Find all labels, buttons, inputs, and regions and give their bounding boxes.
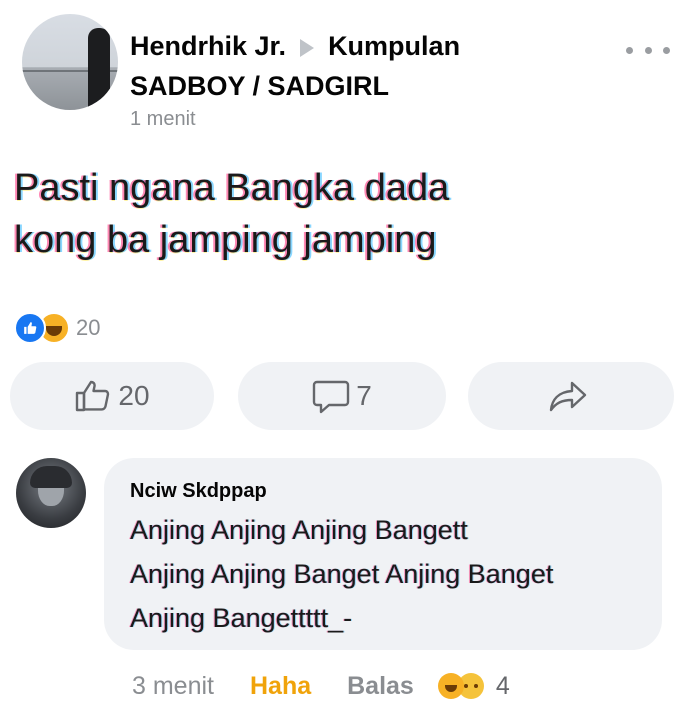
more-icon-dot — [644, 46, 652, 54]
reply-link[interactable]: Balas — [347, 672, 414, 701]
author-line: Hendrhik Jr. Kumpulan SADBOY / SADGIRL — [130, 26, 570, 106]
facebook-post-screen: Hendrhik Jr. Kumpulan SADBOY / SADGIRL 1 … — [0, 0, 688, 720]
reaction-count: 20 — [76, 315, 101, 340]
post-time[interactable]: 1 menit — [130, 108, 570, 131]
haha-mouth — [46, 326, 62, 336]
comment-icon — [313, 380, 350, 414]
like-count: 20 — [118, 380, 150, 411]
comment-count: 7 — [356, 380, 372, 411]
commenter-avatar[interactable] — [16, 458, 86, 528]
arrow-right-icon — [300, 38, 315, 57]
like-button[interactable]: 20 — [10, 362, 214, 430]
share-button[interactable] — [468, 362, 674, 430]
commenter-name[interactable]: Nciw Skdppap — [130, 480, 267, 503]
sad-eye — [463, 684, 468, 688]
reaction-summary[interactable]: 20 — [14, 312, 100, 344]
haha-reaction-link[interactable]: Haha — [250, 672, 311, 701]
author-name[interactable]: Hendrhik Jr. — [130, 31, 286, 61]
post-header: Hendrhik Jr. Kumpulan SADBOY / SADGIRL 1 … — [130, 26, 570, 131]
avatar-figure — [88, 28, 110, 110]
haha-reaction-icon — [437, 673, 464, 699]
haha-mouth — [444, 685, 457, 692]
comment-button[interactable]: 7 — [238, 362, 446, 430]
sad-eye — [473, 684, 478, 688]
comment-text-line: Anjing Bangettttt_- — [130, 603, 353, 633]
more-icon — [626, 46, 633, 54]
comment-bubble[interactable]: Nciw Skdppap Anjing Anjing Anjing Banget… — [104, 458, 662, 650]
author-avatar[interactable] — [22, 14, 118, 110]
comment-text: Anjing Anjing Anjing Bangett Anjing Anji… — [130, 508, 650, 640]
share-icon — [549, 381, 587, 412]
post-text-line: Pasti ngana Bangka dada — [14, 167, 450, 209]
comment-meta: 3 menit Haha Balas 4 — [132, 668, 510, 704]
more-options-button[interactable] — [626, 38, 670, 62]
comment-reaction-count: 4 — [495, 671, 510, 700]
comment-text-line: Anjing Anjing Banget Anjing Banget — [130, 559, 554, 589]
comment-time[interactable]: 3 menit — [132, 672, 214, 701]
more-icon-dot — [663, 46, 670, 54]
thumbs-up-icon — [76, 380, 110, 412]
like-reaction-icon — [14, 312, 46, 344]
avatar-hair — [30, 466, 72, 488]
post-text: Pasti ngana Bangka dada kong ba jamping … — [14, 162, 654, 266]
comment-text-line: Anjing Anjing Anjing Bangett — [130, 515, 468, 545]
post-text-line: kong ba jamping jamping — [14, 219, 437, 261]
